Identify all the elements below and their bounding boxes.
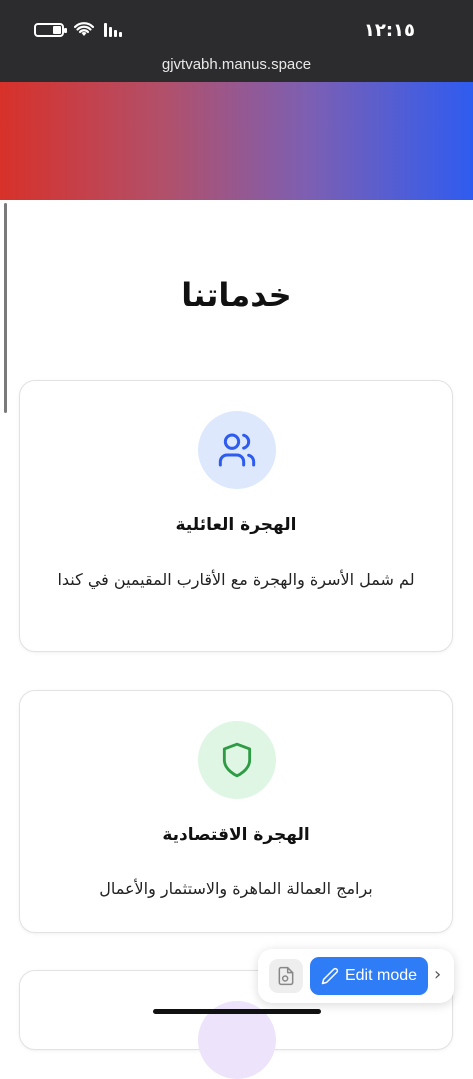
service-card-family[interactable]: الهجرة العائلية لم شمل الأسرة والهجرة مع…	[19, 380, 453, 652]
service-description: برامج العمالة الماهرة والاستثمار والأعما…	[99, 879, 373, 898]
battery-icon	[34, 23, 67, 37]
service-description: لم شمل الأسرة والهجرة مع الأقارب المقيمي…	[57, 570, 415, 589]
service-title: الهجرة الاقتصادية	[162, 825, 310, 845]
document-icon	[278, 966, 294, 986]
edit-mode-button[interactable]: Edit mode	[310, 957, 428, 995]
url-bar[interactable]: gjvtvabh.manus.space	[0, 56, 473, 73]
status-bar: ١٢:١٥ gjvtvabh.manus.space	[0, 0, 473, 82]
chevron-right-icon[interactable]: ›	[434, 964, 441, 985]
status-icons	[34, 22, 124, 38]
service-title: الهجرة العائلية	[175, 515, 297, 535]
service-card-economic[interactable]: الهجرة الاقتصادية برامج العمالة الماهرة …	[19, 690, 453, 933]
edit-mode-label: Edit mode	[344, 967, 418, 984]
document-button[interactable]	[269, 959, 303, 993]
users-icon	[198, 411, 276, 489]
edit-toolbar: Edit mode ›	[258, 949, 454, 1003]
signal-icon	[104, 23, 122, 37]
hero-banner	[0, 82, 473, 200]
shield-icon	[198, 721, 276, 799]
status-time: ١٢:١٥	[363, 20, 415, 41]
home-indicator	[153, 1009, 321, 1014]
pencil-icon	[321, 967, 339, 985]
wifi-icon	[74, 22, 94, 36]
section-title: خدماتنا	[181, 276, 292, 314]
